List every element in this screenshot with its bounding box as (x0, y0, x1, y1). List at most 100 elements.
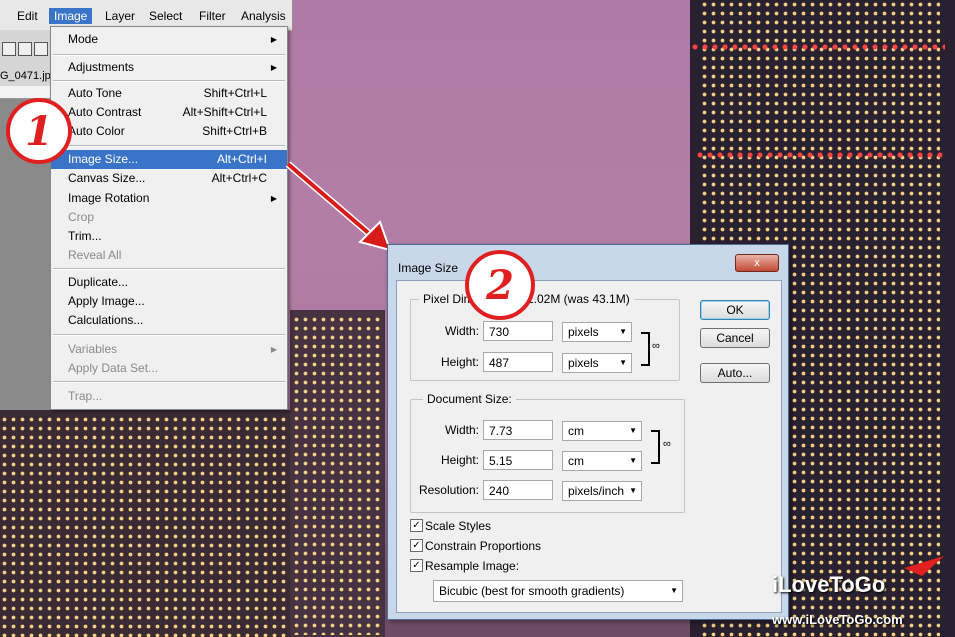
scale-styles-checkbox[interactable]: ✓ (410, 519, 423, 532)
chain-link-icon: ∞ (663, 438, 671, 450)
submenu-arrow-icon: ▶ (270, 63, 277, 72)
menu-item-mode[interactable]: Mode ▶ (51, 30, 287, 49)
menu-item-adjustments[interactable]: Adjustments ▶ (51, 58, 287, 77)
doc-link-bracket (651, 430, 660, 464)
menu-item-label: Mode (68, 32, 99, 46)
select-value: pixels (568, 325, 599, 339)
pixel-height-label: Height: (440, 355, 479, 369)
menu-item-auto-contrast[interactable]: Auto Contrast Alt+Shift+Ctrl+L (51, 103, 287, 122)
menu-item-shortcut: Alt+Ctrl+I (216, 152, 267, 166)
menu-item-calculations[interactable]: Calculations... (51, 311, 287, 330)
document-tab[interactable]: G_0471.jp (0, 70, 51, 82)
menu-item-label: Trim... (68, 229, 102, 243)
menu-analysis[interactable]: Analysis (236, 8, 291, 24)
brand-watermark: iLoveToGo www.iLoveToGo.com (772, 556, 952, 630)
menu-item-duplicate[interactable]: Duplicate... (51, 273, 287, 292)
menu-item-label: Adjustments (68, 60, 135, 74)
menu-item-label: Image Size... (68, 152, 139, 166)
menu-item-label: Apply Data Set... (68, 361, 159, 375)
cancel-button[interactable]: Cancel (700, 328, 770, 348)
doc-width-input[interactable]: 7.73 (483, 420, 553, 440)
document-size-title: Document Size: (423, 392, 516, 406)
resolution-label: Resolution: (418, 483, 479, 497)
select-value: pixels/inch (568, 484, 625, 498)
menu-item-label: Auto Tone (68, 86, 122, 100)
menu-separator (53, 381, 285, 383)
menu-item-trim[interactable]: Trim... (51, 227, 287, 246)
scale-styles-label: Scale Styles (425, 519, 492, 533)
menu-item-label: Apply Image... (68, 294, 145, 308)
dropdown-arrow-icon: ▼ (619, 327, 627, 336)
pixel-link-bracket (641, 332, 650, 366)
dialog-title: Image Size (398, 261, 459, 275)
ok-button[interactable]: OK (700, 300, 770, 320)
menu-separator (53, 80, 285, 82)
menu-item-apply-image[interactable]: Apply Image... (51, 292, 287, 311)
menu-separator (53, 334, 285, 336)
menu-item-crop[interactable]: Crop (51, 208, 287, 227)
menu-item-auto-tone[interactable]: Auto Tone Shift+Ctrl+L (51, 84, 287, 103)
tool-option-icon[interactable] (34, 42, 48, 56)
dialog-body: Pixel Dim 1.02M (was 43.1M) Width: 730 p… (396, 280, 782, 613)
step-1-badge: 1 (6, 98, 72, 164)
doc-height-input[interactable]: 5.15 (483, 450, 553, 470)
menu-item-shortcut: Shift+Ctrl+B (202, 124, 267, 138)
step-2-number: 2 (486, 261, 514, 309)
step-2-badge: 2 (465, 250, 535, 320)
menu-item-image-rotation[interactable]: Image Rotation ▶ (51, 189, 287, 208)
menu-item-canvas-size[interactable]: Canvas Size... Alt+Ctrl+C (51, 169, 287, 188)
brand-url: www.iLoveToGo.com (772, 612, 903, 627)
pixel-dimensions-title-suffix: 1.02M (was 43.1M) (523, 292, 634, 306)
doc-height-unit-select[interactable]: cm ▼ (562, 451, 642, 471)
menu-separator (53, 54, 285, 56)
center-building-windows (292, 315, 382, 635)
pixel-width-unit-select[interactable]: pixels ▼ (562, 322, 632, 342)
tower-red-lights (690, 42, 945, 50)
dropdown-arrow-icon: ▼ (629, 426, 637, 435)
menu-item-label: Trap... (68, 389, 103, 403)
menu-item-label: Calculations... (68, 313, 144, 327)
doc-width-unit-select[interactable]: cm ▼ (562, 421, 642, 441)
tower-red-lights (695, 150, 945, 158)
close-button[interactable]: x (735, 254, 779, 272)
pixel-height-unit-select[interactable]: pixels ▼ (562, 353, 632, 373)
menu-filter[interactable]: Filter (194, 8, 231, 24)
resample-method-select[interactable]: Bicubic (best for smooth gradients) ▼ (433, 580, 683, 602)
resample-image-checkbox[interactable]: ✓ (410, 559, 423, 572)
submenu-arrow-icon: ▶ (270, 194, 277, 203)
menu-separator (53, 145, 285, 147)
menu-image[interactable]: Image (49, 8, 93, 24)
menu-layer[interactable]: Layer (100, 8, 140, 24)
menu-item-shortcut: Shift+Ctrl+L (203, 86, 267, 100)
menu-item-reveal-all[interactable]: Reveal All (51, 246, 287, 265)
doc-width-label: Width: (444, 423, 479, 437)
menu-item-label: Auto Contrast (68, 105, 142, 119)
menu-item-trap[interactable]: Trap... (51, 387, 287, 406)
menu-select[interactable]: Select (144, 8, 187, 24)
menu-edit[interactable]: Edit (12, 8, 43, 24)
select-value: Bicubic (best for smooth gradients) (439, 584, 625, 598)
menu-separator (53, 268, 285, 270)
image-menu: Mode ▶ Adjustments ▶ Auto Tone Shift+Ctrl+L… (50, 26, 288, 410)
pixel-height-input[interactable]: 487 (483, 352, 553, 372)
menu-item-label: Variables (68, 342, 118, 356)
select-value: cm (568, 424, 584, 438)
resolution-input[interactable]: 240 (483, 480, 553, 500)
menu-item-label: Image Rotation (68, 191, 150, 205)
auto-button[interactable]: Auto... (700, 363, 770, 383)
tool-option-icon[interactable] (2, 42, 16, 56)
tool-option-icon[interactable] (18, 42, 32, 56)
brand-logo: iLoveToGo (772, 572, 886, 597)
menu-item-auto-color[interactable]: Auto Color Shift+Ctrl+B (51, 122, 287, 141)
constrain-proportions-checkbox[interactable]: ✓ (410, 539, 423, 552)
menu-item-variables[interactable]: Variables ▶ (51, 340, 287, 359)
menu-item-label: Duplicate... (68, 275, 129, 289)
pixel-width-input[interactable]: 730 (483, 321, 553, 341)
doc-height-label: Height: (440, 453, 479, 467)
menu-item-apply-data-set[interactable]: Apply Data Set... (51, 359, 287, 378)
submenu-arrow-icon: ▶ (270, 345, 277, 354)
red-arrow-icon (285, 161, 392, 252)
menu-item-image-size[interactable]: Image Size... Alt+Ctrl+I (51, 150, 287, 169)
resolution-unit-select[interactable]: pixels/inch ▼ (562, 481, 642, 501)
menu-item-label: Canvas Size... (68, 171, 146, 185)
